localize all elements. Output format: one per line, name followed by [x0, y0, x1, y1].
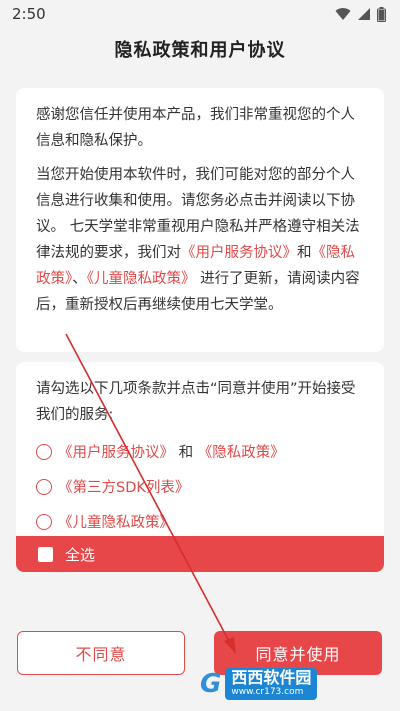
consent-item-service-privacy[interactable]: 《用户服务协议》 和 《隐私政策》 [16, 434, 384, 469]
consent-item-children-privacy[interactable]: 《儿童隐私政策》 [16, 504, 384, 539]
select-all-checkbox[interactable] [38, 546, 53, 562]
consent-join-text: 和 [174, 445, 198, 461]
signal-icon [358, 8, 370, 20]
select-all-label: 全选 [65, 545, 96, 564]
intro-paragraph-1: 感谢您信任并使用本产品，我们非常重视您的个人信息和隐私保护。 [36, 107, 355, 149]
intro-text-c: 、 [72, 271, 87, 287]
select-all-row[interactable]: 全选 [16, 536, 384, 572]
consent-sdk-list-link[interactable]: 《第三方SDK列表》 [58, 476, 189, 497]
status-bar: 2:50 [0, 0, 400, 28]
battery-icon [377, 6, 386, 22]
radio-button[interactable] [36, 513, 52, 530]
disagree-button[interactable]: 不同意 [17, 631, 185, 675]
consent-instruction: 请勾选以下几项条款并点击“同意并使用”开始接受我们的服务: [36, 381, 356, 423]
status-time: 2:50 [12, 5, 46, 23]
consent-card: 请勾选以下几项条款并点击“同意并使用”开始接受我们的服务: 《用户服务协议》 和… [16, 362, 384, 572]
intro-paragraph-2: 当您开始使用本软件时，我们可能对您的部分个人信息进行收集和使用。请您务必点击并阅… [36, 162, 364, 318]
radio-button[interactable] [36, 478, 52, 495]
intro-text-b: 和 [297, 245, 312, 261]
watermark: G 西西软件园 www.cr173.com [200, 662, 396, 706]
watermark-box: 西西软件园 www.cr173.com [225, 668, 318, 700]
watermark-name: 西西软件园 [231, 668, 312, 687]
children-privacy-policy-link[interactable]: 《儿童隐私政策》 [87, 271, 196, 287]
wifi-icon [335, 8, 351, 20]
radio-button[interactable] [36, 443, 52, 460]
consent-user-service-link[interactable]: 《用户服务协议》 [58, 441, 174, 462]
intro-card: 感谢您信任并使用本产品，我们非常重视您的个人信息和隐私保护。 当您开始使用本软件… [16, 88, 384, 352]
user-service-agreement-link[interactable]: 《用户服务协议》 [181, 245, 297, 261]
privacy-consent-screen: 2:50 隐私政策和用户协议 感谢您信任并使用本产品，我们非常重视您的个人信息和… [0, 0, 400, 711]
status-icons [335, 6, 386, 22]
watermark-logo: G [200, 669, 222, 699]
page-title: 隐私政策和用户协议 [114, 40, 286, 61]
watermark-url: www.cr173.com [231, 687, 304, 697]
consent-privacy-link[interactable]: 《隐私政策》 [198, 441, 285, 462]
consent-children-privacy-link[interactable]: 《儿童隐私政策》 [58, 511, 174, 532]
consent-item-sdk-list[interactable]: 《第三方SDK列表》 [16, 469, 384, 504]
